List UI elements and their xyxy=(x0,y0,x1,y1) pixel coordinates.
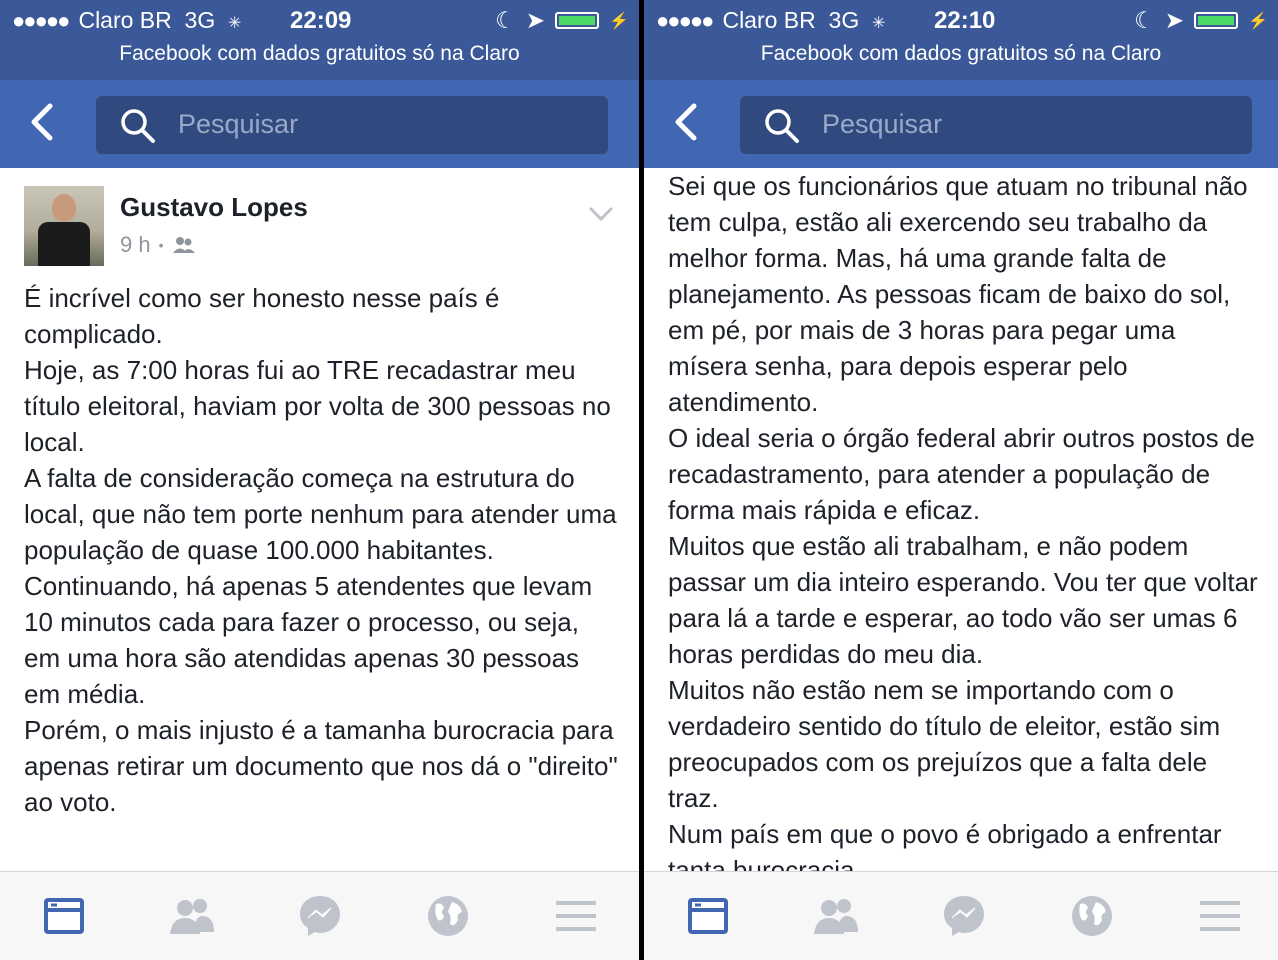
news-feed-icon xyxy=(44,898,84,934)
charging-icon: ⚡ xyxy=(609,12,629,30)
tab-menu[interactable] xyxy=(552,892,600,940)
post-text: dá o "direito" ao voto. Sei que os funci… xyxy=(668,171,1258,872)
moon-icon: ☾ xyxy=(1134,7,1155,33)
separator-dot: • xyxy=(158,237,164,253)
status-time: 22:09 xyxy=(290,7,352,34)
carrier-banner[interactable]: Facebook com dados gratuitos só na Claro xyxy=(644,40,1278,80)
post-text: É incrível como ser honesto nesse país é… xyxy=(24,283,618,817)
tab-news-feed[interactable] xyxy=(40,892,88,940)
menu-icon xyxy=(1200,901,1240,931)
globe-icon xyxy=(1072,896,1112,936)
location-icon: ➤ xyxy=(525,7,546,33)
search-placeholder: Pesquisar xyxy=(822,109,943,139)
status-time: 22:10 xyxy=(934,7,996,34)
tab-menu[interactable] xyxy=(1196,892,1244,940)
tab-friends[interactable] xyxy=(812,892,860,940)
battery-icon xyxy=(555,12,600,29)
tab-messenger[interactable] xyxy=(940,892,988,940)
avatar[interactable] xyxy=(24,186,104,266)
search-input[interactable]: Pesquisar xyxy=(740,96,1252,154)
screen-right: ●●●●● Claro BR 3G ✳ 22:10 ☾ ➤ ⚡ Facebook … xyxy=(644,0,1278,960)
chevron-down-icon[interactable] xyxy=(588,206,614,222)
globe-icon xyxy=(428,896,468,936)
loading-icon: ✳ xyxy=(228,15,242,32)
search-icon xyxy=(121,109,155,143)
signal-icon: ●●●●● xyxy=(12,8,70,33)
post-container: Gustavo Lopes 9 h • É incrível como ser … xyxy=(0,168,639,872)
location-icon: ➤ xyxy=(1164,7,1185,33)
tab-notifications[interactable] xyxy=(424,892,472,940)
battery-icon xyxy=(1194,12,1239,29)
tab-news-feed[interactable] xyxy=(684,892,732,940)
search-placeholder: Pesquisar xyxy=(178,109,299,139)
post-author[interactable]: Gustavo Lopes xyxy=(120,192,308,223)
menu-icon xyxy=(556,901,596,931)
status-bar: ●●●●● Claro BR 3G ✳ 22:09 ☾ ➤ ⚡ xyxy=(0,0,639,40)
charging-icon: ⚡ xyxy=(1248,12,1268,30)
status-bar: ●●●●● Claro BR 3G ✳ 22:10 ☾ ➤ ⚡ xyxy=(644,0,1278,40)
tab-friends[interactable] xyxy=(168,892,216,940)
post-container: dá o "direito" ao voto. Sei que os funci… xyxy=(644,168,1278,872)
carrier-name: Claro BR xyxy=(78,7,172,33)
nav-bar: Pesquisar xyxy=(644,80,1278,168)
tab-bar xyxy=(644,871,1278,960)
network-type: 3G xyxy=(184,7,216,33)
signal-icon: ●●●●● xyxy=(656,8,714,33)
friends-icon xyxy=(170,899,214,934)
loading-icon: ✳ xyxy=(872,15,886,32)
back-icon[interactable] xyxy=(670,102,704,142)
tab-messenger[interactable] xyxy=(296,892,344,940)
screen-left: ●●●●● Claro BR 3G ✳ 22:09 ☾ ➤ ⚡ Facebook … xyxy=(0,0,639,960)
search-input[interactable]: Pesquisar xyxy=(96,96,608,154)
carrier-name: Claro BR xyxy=(722,7,816,33)
search-icon xyxy=(765,109,799,143)
friends-icon xyxy=(814,899,858,934)
network-type: 3G xyxy=(828,7,860,33)
nav-bar: Pesquisar xyxy=(0,80,639,168)
moon-icon: ☾ xyxy=(495,7,516,33)
carrier-banner[interactable]: Facebook com dados gratuitos só na Claro xyxy=(0,40,639,80)
news-feed-icon xyxy=(688,898,728,934)
friends-privacy-icon xyxy=(172,237,195,253)
back-icon[interactable] xyxy=(26,102,60,142)
messenger-icon xyxy=(300,896,340,936)
post-time[interactable]: 9 h xyxy=(120,232,151,258)
post-meta: 9 h • xyxy=(120,232,196,258)
tab-bar xyxy=(0,871,639,960)
tab-notifications[interactable] xyxy=(1068,892,1116,940)
messenger-icon xyxy=(944,896,984,936)
